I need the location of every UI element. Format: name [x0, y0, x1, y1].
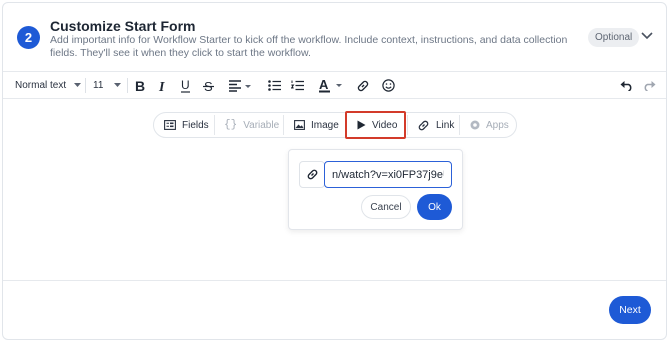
- text-style-select[interactable]: Normal text: [15, 72, 82, 99]
- section-description: Add important info for Workflow Starter …: [50, 34, 568, 59]
- optional-badge: Optional: [588, 28, 640, 47]
- video-highlight-box: [345, 111, 406, 139]
- align-left-icon[interactable]: [229, 72, 251, 99]
- caret-down-icon: [114, 83, 122, 88]
- insert-apps-label: Apps: [486, 119, 509, 131]
- insert-variable-label: Variable: [243, 119, 280, 131]
- undo-icon[interactable]: [620, 72, 633, 99]
- link-icon[interactable]: [356, 72, 370, 99]
- insert-variable-button[interactable]: {} Variable: [224, 113, 279, 137]
- numbered-list-icon[interactable]: [291, 72, 304, 99]
- section-title: Customize Start Form: [50, 18, 196, 34]
- underline-icon[interactable]: U: [180, 72, 192, 99]
- footer-divider: [3, 280, 666, 281]
- toolbar-divider: [85, 78, 86, 93]
- font-size-select[interactable]: 11: [93, 72, 122, 99]
- bullet-list-icon[interactable]: [268, 72, 281, 99]
- insert-divider: [459, 115, 460, 135]
- ok-button[interactable]: Ok: [417, 194, 452, 220]
- bold-icon[interactable]: B: [134, 72, 146, 99]
- insert-fields-button[interactable]: Fields: [164, 113, 209, 137]
- video-url-input[interactable]: [324, 161, 452, 188]
- apps-icon: [470, 120, 480, 130]
- svg-text:A: A: [319, 78, 329, 92]
- variable-icon: {}: [224, 119, 238, 131]
- insert-divider: [283, 115, 284, 135]
- toolbar-divider: [127, 78, 128, 93]
- insert-image-button[interactable]: Image: [294, 113, 339, 137]
- caret-down-icon: [74, 83, 82, 88]
- link-icon: [417, 119, 430, 132]
- italic-icon[interactable]: I: [157, 72, 169, 99]
- insert-apps-button[interactable]: Apps: [470, 113, 509, 137]
- font-size-label: 11: [93, 80, 104, 91]
- svg-text:I: I: [158, 80, 165, 93]
- insert-image-label: Image: [311, 119, 339, 131]
- svg-text:B: B: [135, 79, 145, 93]
- insert-content-bar: Fields {} Variable Image Video Link Apps: [153, 112, 517, 138]
- insert-link-label: Link: [436, 119, 455, 131]
- next-button[interactable]: Next: [609, 296, 651, 324]
- insert-divider: [407, 115, 408, 135]
- text-style-label: Normal text: [15, 80, 67, 91]
- strikethrough-icon[interactable]: S: [203, 72, 215, 99]
- chevron-down-icon[interactable]: [640, 28, 654, 42]
- link-icon[interactable]: [299, 161, 325, 188]
- insert-fields-label: Fields: [182, 119, 209, 131]
- emoji-icon[interactable]: [382, 72, 395, 99]
- insert-divider: [214, 115, 215, 135]
- fields-icon: [164, 120, 176, 130]
- text-color-icon[interactable]: A: [319, 72, 345, 99]
- svg-text:U: U: [181, 78, 190, 92]
- redo-icon[interactable]: [643, 72, 656, 99]
- insert-link-button[interactable]: Link: [417, 113, 454, 137]
- video-url-popover: Cancel Ok: [288, 149, 463, 230]
- cancel-button[interactable]: Cancel: [361, 195, 411, 219]
- step-number-badge: 2: [17, 26, 40, 49]
- image-icon: [294, 120, 305, 130]
- editor-toolbar: Normal text 11 B I U S A: [3, 71, 666, 99]
